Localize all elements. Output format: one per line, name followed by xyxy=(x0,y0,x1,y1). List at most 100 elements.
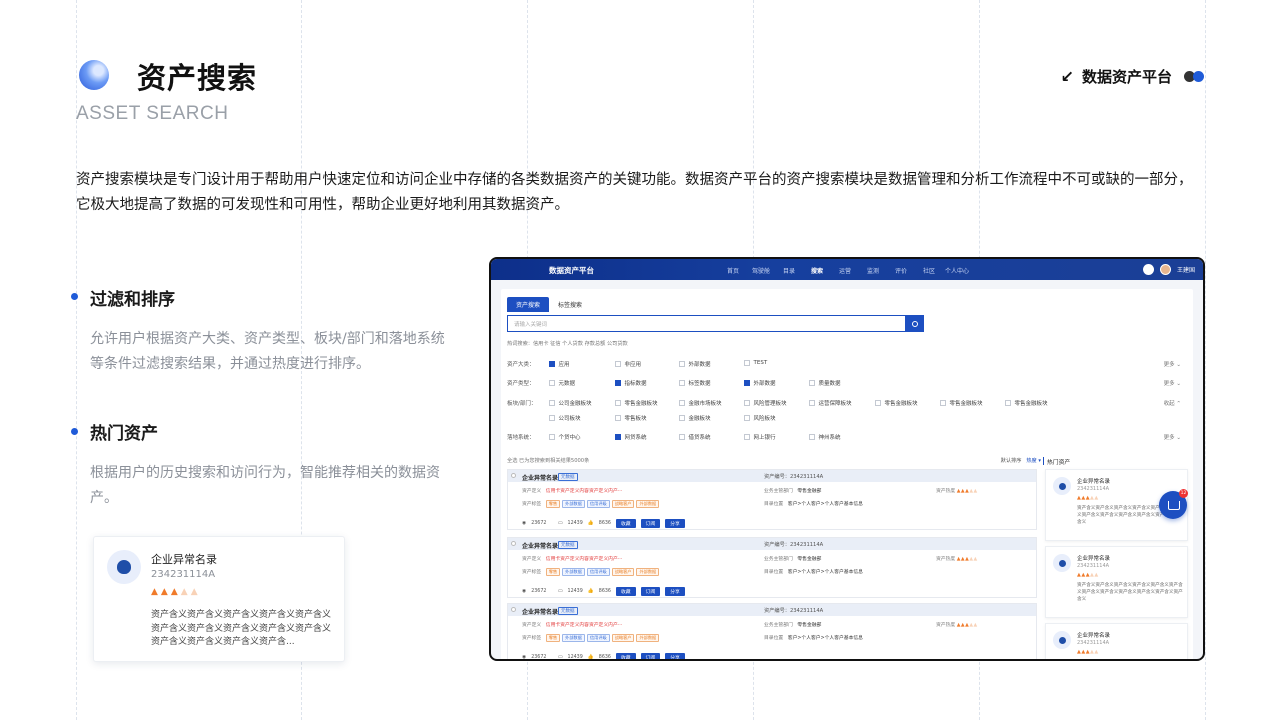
logo-sphere-icon xyxy=(79,60,109,90)
collapse-toggle[interactable]: 收起 ⌃ xyxy=(1164,399,1181,407)
filter-option[interactable]: 元数据 xyxy=(549,379,575,387)
filter-option[interactable]: 质量数据 xyxy=(809,379,841,387)
thumb-icon: 👍 xyxy=(587,589,594,594)
nav-item-cockpit[interactable]: 驾驶舱 xyxy=(747,266,775,275)
filter-option[interactable]: 零售金融板块 xyxy=(875,399,918,407)
tab-asset-search[interactable]: 资产搜索 xyxy=(507,297,550,312)
filter-option[interactable]: 零售金融板块 xyxy=(1005,399,1048,407)
checkbox-icon xyxy=(679,415,685,421)
nav-item-community[interactable]: 社区 xyxy=(915,266,943,275)
nav-item-profile[interactable]: 个人中心 xyxy=(943,266,971,275)
eye-icon: ◉ xyxy=(522,521,527,526)
search-button[interactable] xyxy=(906,315,924,332)
checkbox-icon xyxy=(679,434,685,440)
filter-option[interactable]: 非应用 xyxy=(615,360,641,368)
result-item[interactable]: 企业异常名录 元数据 资产编号：234231114A 资产定义 信用卡资产定义内容资… xyxy=(507,537,1037,598)
checkbox-icon xyxy=(549,361,555,367)
filter-option[interactable]: 网贷系统 xyxy=(615,433,647,441)
checkbox-icon xyxy=(615,400,621,406)
filter-option[interactable]: 个贷中心 xyxy=(549,433,581,441)
search-panel: 资产搜索 标签搜索 请输入关键词 热词搜索：信用卡 征信 个人贷款 存款总额 公… xyxy=(501,289,1193,660)
search-input[interactable]: 请输入关键词 xyxy=(507,315,906,332)
money-bag-icon xyxy=(107,550,141,584)
cart-badge: 12 xyxy=(1179,489,1188,498)
filter-option[interactable]: 应用 xyxy=(549,360,570,368)
filter-option[interactable]: TEST xyxy=(744,360,767,366)
checkbox-icon xyxy=(549,400,555,406)
feature-text: 根据用户的历史搜索和访问行为，智能推荐相关的数据资产。 xyxy=(90,465,440,506)
feature-title: 过滤和排序 xyxy=(90,290,175,310)
filter-option[interactable]: 网上银行 xyxy=(744,433,776,441)
checkbox-icon xyxy=(549,380,555,386)
hot-asset-card[interactable]: 企业异常名录 234231114A ▲▲▲▲▲ 资产含义资产含义资产含义资产含义… xyxy=(93,536,345,662)
flame-icon: ▲ xyxy=(160,587,171,597)
brand: ↙ 数据资产平台 xyxy=(1061,66,1204,87)
avatar[interactable] xyxy=(1159,264,1171,275)
brand-label: 数据资产平台 xyxy=(1081,68,1172,86)
bell-icon[interactable] xyxy=(1142,264,1154,275)
filter-option[interactable]: 零售金融板块 xyxy=(940,399,983,407)
feature-title: 热门资产 xyxy=(90,424,158,444)
radio-icon xyxy=(511,541,516,546)
filter-option[interactable]: 运营保障板块 xyxy=(809,399,852,407)
checkbox-icon xyxy=(809,380,815,386)
filter-label: 资产类型： xyxy=(507,381,535,387)
sort-controls[interactable]: 默认排序 热度 ▾ xyxy=(1001,457,1041,464)
filter-option[interactable]: 公司板块 xyxy=(549,414,581,422)
hot-asset-mini-card[interactable]: 企业异常名录 234231114A ▲▲▲▲▲ 资产含义资产含义资产含义资产含义… xyxy=(1045,546,1188,618)
more-toggle[interactable]: 更多 ⌄ xyxy=(1164,379,1181,387)
filter-row-category: 资产大类： 应用 非应用 外部数据 TEST 更多 ⌄ xyxy=(507,360,1187,372)
nav-item-operation[interactable]: 运营 xyxy=(831,266,859,275)
select-all-and-count[interactable]: 全选 已为您搜索到相关结果5000条 xyxy=(507,458,589,464)
flame-icon: ▲ xyxy=(170,587,181,597)
filter-label: 板块/部门： xyxy=(507,401,537,407)
checkbox-icon xyxy=(679,361,685,367)
platform-screenshot: 数据资产平台 首页 驾驶舱 目录 搜索 运营 监测 评价 社区 个人中心 王建国… xyxy=(489,257,1205,661)
eye-icon: ◉ xyxy=(522,655,527,660)
filter-option[interactable]: 金融市场板块 xyxy=(679,399,722,407)
filter-option[interactable]: 借贷系统 xyxy=(679,433,711,441)
checkbox-icon xyxy=(615,361,621,367)
money-bag-icon xyxy=(1053,631,1071,649)
share-button: 分享 xyxy=(665,519,685,528)
filter-option[interactable]: 神州系统 xyxy=(809,433,841,441)
main-nav: 首页 驾驶舱 目录 搜索 运营 监测 评价 社区 个人中心 xyxy=(719,266,971,275)
user-area[interactable]: 王建国 xyxy=(1142,264,1195,275)
checkbox-icon xyxy=(875,400,881,406)
flame-icon: ▲ xyxy=(180,587,191,597)
result-item[interactable]: 企业异常名录 元数据 资产编号：234231114A 资产定义 信用卡资产定义内容资… xyxy=(507,603,1037,660)
nav-item-monitor[interactable]: 监测 xyxy=(859,266,887,275)
nav-item-evaluate[interactable]: 评价 xyxy=(887,266,915,275)
nav-item-catalog[interactable]: 目录 xyxy=(775,266,803,275)
filter-option[interactable]: 风险板块 xyxy=(744,414,776,422)
page-description: 资产搜索模块是专门设计用于帮助用户快速定位和访问企业中存储的各类数据资产的关键功… xyxy=(76,172,1193,213)
flame-icon: ▲ xyxy=(190,587,201,597)
hot-assets-sidebar: 热门资产 xyxy=(1043,457,1191,466)
filter-label: 资产大类： xyxy=(507,362,535,368)
guide-line xyxy=(1205,0,1206,720)
nav-item-home[interactable]: 首页 xyxy=(719,266,747,275)
asset-description: 资产含义资产含义资产含义资产含义资产含义资产含义资产含义资产含义资产含义资产含义… xyxy=(151,610,332,647)
share-button: 分享 xyxy=(665,587,685,596)
filter-option[interactable]: 指标数据 xyxy=(615,379,647,387)
nav-item-search[interactable]: 搜索 xyxy=(803,266,831,275)
tab-tag-search[interactable]: 标签搜索 xyxy=(549,297,591,312)
result-item[interactable]: 企业异常名录 元数据 资产编号：234231114A 资产定义 信用卡资产定义内容资… xyxy=(507,469,1037,530)
filter-option[interactable]: 零售板块 xyxy=(615,414,647,422)
more-toggle[interactable]: 更多 ⌄ xyxy=(1164,433,1181,441)
checkbox-icon xyxy=(1005,400,1011,406)
filter-option[interactable]: 风险管理板块 xyxy=(744,399,787,407)
checkbox-icon xyxy=(615,415,621,421)
thumb-icon: 👍 xyxy=(587,521,594,526)
filter-option[interactable]: 标签数据 xyxy=(679,379,711,387)
filter-option[interactable]: 零售金融板块 xyxy=(615,399,658,407)
checkbox-icon xyxy=(549,415,555,421)
more-toggle[interactable]: 更多 ⌄ xyxy=(1164,360,1181,368)
filter-option[interactable]: 公司金融板块 xyxy=(549,399,592,407)
filter-row-system: 落地系统： 个贷中心 网贷系统 借贷系统 网上银行 神州系统 更多 ⌄ xyxy=(507,433,1187,445)
search-icon xyxy=(912,320,918,327)
filter-option[interactable]: 外部数据 xyxy=(679,360,711,368)
filter-option[interactable]: 外部数据 xyxy=(744,379,776,387)
hot-asset-mini-card[interactable]: 企业异常名录 234231114A ▲▲▲▲▲ xyxy=(1045,623,1188,659)
filter-option[interactable]: 金融板块 xyxy=(679,414,711,422)
